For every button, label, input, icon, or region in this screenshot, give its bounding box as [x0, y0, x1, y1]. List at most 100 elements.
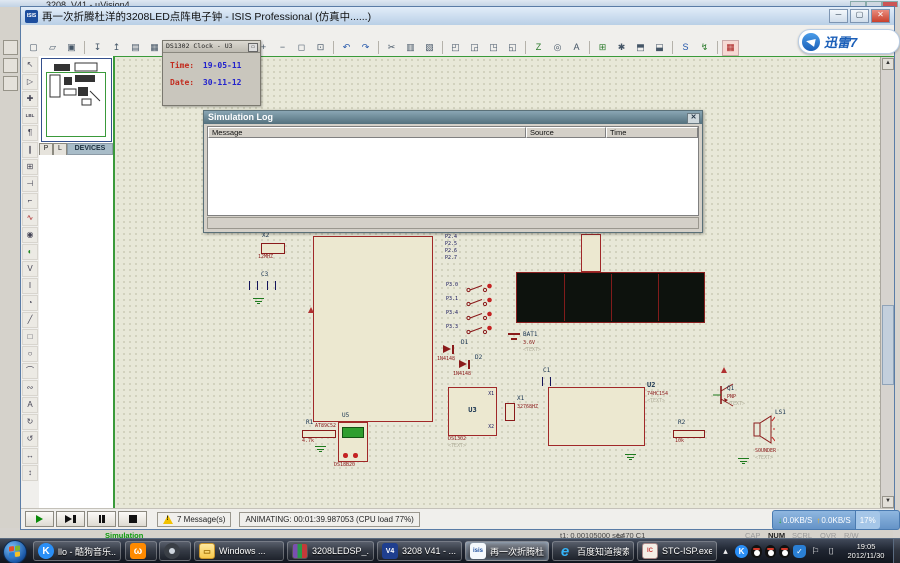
current-probe-mode-icon[interactable]: I — [22, 278, 38, 294]
subcircuit-mode-icon[interactable]: ⊞ — [22, 159, 38, 175]
play-button[interactable] — [25, 511, 54, 527]
taskbar-button-kugou[interactable]: K llo - 酷狗音乐... — [33, 541, 121, 561]
push-button[interactable] — [466, 325, 492, 336]
minimize-button[interactable]: ─ — [829, 9, 848, 23]
ares-netlist-icon[interactable]: ▦ — [722, 40, 739, 56]
mirror-x-icon[interactable]: ↔ — [22, 448, 38, 464]
wire-label-mode-icon[interactable]: LBL — [22, 108, 38, 124]
save-file-icon[interactable]: ▣ — [63, 40, 80, 56]
block-delete-icon[interactable]: ◱ — [504, 40, 521, 56]
message-count-box[interactable]: 7 Message(s) — [157, 512, 231, 527]
taskbar-button-stc[interactable]: IC STC-ISP.exe ... — [637, 541, 717, 561]
pause-button[interactable] — [87, 511, 116, 527]
taskbar-button-wangwang[interactable]: ω — [125, 541, 157, 561]
background-toolbar-icon[interactable] — [3, 76, 18, 91]
text-script-mode-icon[interactable]: ¶ — [22, 125, 38, 141]
packaging-icon[interactable]: ⬒ — [632, 40, 649, 56]
property-assign-icon[interactable]: A — [568, 40, 585, 56]
popup-titlebar[interactable]: DS1302 Clock - U3 ◻ — [163, 41, 260, 53]
tape-recorder-mode-icon[interactable]: ◉ — [22, 227, 38, 243]
net-speed-widget[interactable]: ↓ 0.0KB/S ↑ 0.0KB/S 17% — [772, 510, 900, 530]
2d-circle-mode-icon[interactable]: ○ — [22, 346, 38, 362]
simulation-log-dialog[interactable]: Simulation Log ✕ Message Source Time — [203, 110, 703, 233]
tray-qq-icon[interactable] — [779, 545, 790, 558]
column-time[interactable]: Time — [606, 127, 698, 138]
close-button[interactable]: ✕ — [871, 9, 890, 23]
tray-kugou-icon[interactable]: K — [735, 545, 748, 558]
network-icon[interactable]: ⌷ — [825, 545, 838, 558]
pick-device-icon[interactable]: ⊞ — [594, 40, 611, 56]
schematic-overview[interactable] — [41, 58, 112, 142]
junction-dot-mode-icon[interactable]: ✚ — [22, 91, 38, 107]
tray-qq-icon[interactable] — [751, 545, 762, 558]
graph-mode-icon[interactable]: ∿ — [22, 210, 38, 226]
background-toolbar-icon[interactable] — [3, 40, 18, 55]
search-tag-icon[interactable]: ◎ — [549, 40, 566, 56]
taskbar-clock[interactable]: 19:05 2012/11/30 — [840, 542, 892, 560]
2d-path-mode-icon[interactable]: ∾ — [22, 380, 38, 396]
taskbar-button-winrar[interactable]: 3208LEDSP_... — [287, 541, 374, 561]
2d-line-mode-icon[interactable]: ╱ — [22, 312, 38, 328]
column-message[interactable]: Message — [208, 127, 526, 138]
device-pin-mode-icon[interactable]: ⌐ — [22, 193, 38, 209]
selection-mode-icon[interactable]: ↖ — [22, 57, 38, 73]
taskbar-button-explorer[interactable]: ▭ Windows ... — [194, 541, 284, 561]
push-button[interactable] — [466, 311, 492, 322]
terminal-mode-icon[interactable]: ⊣ — [22, 176, 38, 192]
scroll-up-icon[interactable]: ▲ — [882, 58, 894, 70]
taskbar-button-player[interactable] — [159, 541, 191, 561]
block-move-icon[interactable]: ◲ — [466, 40, 483, 56]
pin-icon[interactable]: ◻ — [248, 43, 258, 52]
close-icon[interactable]: ✕ — [687, 113, 700, 124]
2d-text-mode-icon[interactable]: A — [22, 397, 38, 413]
taskbar-button-ie[interactable]: e 百度知道搜索... — [552, 541, 634, 561]
paste-icon[interactable]: ▧ — [421, 40, 438, 56]
tray-qq-icon[interactable] — [765, 545, 776, 558]
scrollbar-thumb[interactable] — [882, 305, 894, 385]
virtual-instrument-mode-icon[interactable]: ◔ — [22, 295, 38, 311]
block-copy-icon[interactable]: ◰ — [447, 40, 464, 56]
stop-button[interactable] — [118, 511, 147, 527]
voltage-probe-mode-icon[interactable]: V — [22, 261, 38, 277]
undo-icon[interactable]: ↶ — [338, 40, 355, 56]
open-file-icon[interactable]: ▱ — [44, 40, 61, 56]
generator-mode-icon[interactable]: ◐ — [22, 244, 38, 260]
decompose-icon[interactable]: ⬓ — [651, 40, 668, 56]
zoom-all-icon[interactable]: ◻ — [293, 40, 310, 56]
push-button[interactable] — [466, 297, 492, 308]
background-toolbar-icon[interactable] — [3, 58, 18, 73]
column-source[interactable]: Source — [526, 127, 606, 138]
show-hidden-icons[interactable]: ▴ — [719, 545, 732, 558]
maximize-button[interactable]: ▢ — [850, 9, 869, 23]
taskbar-button-isis[interactable]: isis 再一次折腾杜... — [465, 541, 549, 561]
2d-arc-mode-icon[interactable]: ⌒ — [22, 363, 38, 379]
bus-mode-icon[interactable]: ∥ — [22, 142, 38, 158]
export-icon[interactable]: ↥ — [108, 40, 125, 56]
push-button[interactable] — [466, 283, 492, 294]
vertical-scrollbar[interactable]: ▲ ▼ — [880, 57, 894, 509]
action-center-flag-icon[interactable]: ⚐ — [809, 545, 822, 558]
component-mode-icon[interactable]: ▷ — [22, 74, 38, 90]
wire-autorouter-icon[interactable]: Z — [530, 40, 547, 56]
2d-box-mode-icon[interactable]: □ — [22, 329, 38, 345]
mirror-y-icon[interactable]: ↕ — [22, 465, 38, 481]
zoom-out-icon[interactable]: − — [274, 40, 291, 56]
make-device-icon[interactable]: ✱ — [613, 40, 630, 56]
block-rotate-icon[interactable]: ◳ — [485, 40, 502, 56]
show-desktop-button[interactable] — [893, 539, 900, 563]
tray-security-icon[interactable]: ✓ — [793, 545, 806, 558]
cut-icon[interactable]: ✂ — [383, 40, 400, 56]
step-button[interactable] — [56, 511, 85, 527]
xunlei-widget[interactable]: 迅雷7 — [798, 29, 900, 54]
titlebar[interactable]: ISIS 再一次折腾杜洋的3208LED点阵电子钟 - ISIS Profess… — [21, 7, 894, 26]
import-icon[interactable]: ↧ — [89, 40, 106, 56]
rotate-anticlockwise-icon[interactable]: ↺ — [22, 431, 38, 447]
source-icon[interactable]: S — [677, 40, 694, 56]
scroll-down-icon[interactable]: ▼ — [882, 496, 894, 508]
print-icon[interactable]: ▤ — [127, 40, 144, 56]
print-area-icon[interactable]: ▦ — [146, 40, 163, 56]
taskbar-button-keil[interactable]: V4 3208 V41 - ... — [377, 541, 462, 561]
zoom-area-icon[interactable]: ⊡ — [312, 40, 329, 56]
copy-icon[interactable]: ▥ — [402, 40, 419, 56]
ds1302-clock-popup[interactable]: DS1302 Clock - U3 ◻ Time: 19-05-11 Date:… — [162, 40, 261, 106]
